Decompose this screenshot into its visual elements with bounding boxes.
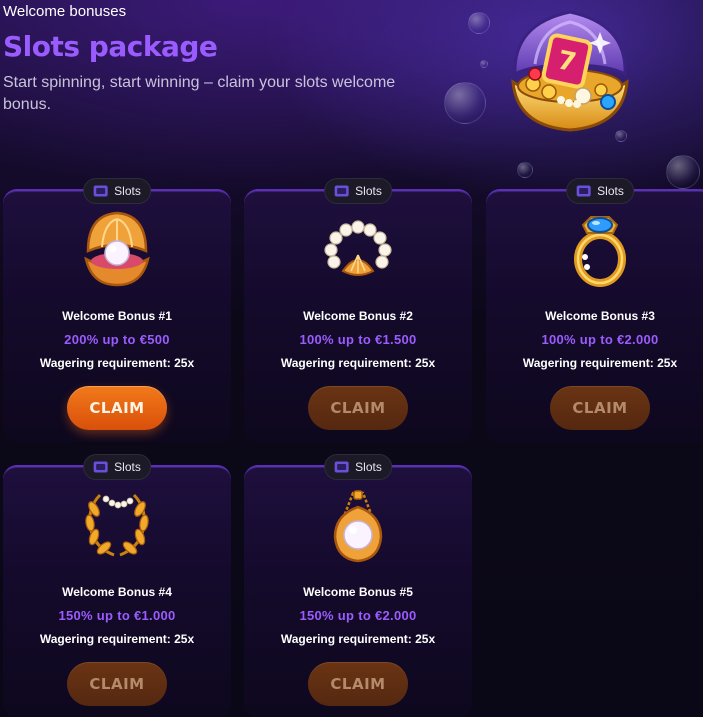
claim-button[interactable]: CLAIM xyxy=(550,386,650,430)
page-title: Slots package xyxy=(3,30,218,63)
sapphire-ring-icon xyxy=(574,216,626,287)
claim-button[interactable]: CLAIM xyxy=(308,662,408,706)
pearl-necklace-icon xyxy=(324,220,392,276)
bonus-name: Welcome Bonus #2 xyxy=(303,309,413,323)
wagering-requirement: Wagering requirement: 25x xyxy=(39,632,195,646)
slots-icon xyxy=(93,185,108,197)
bonus-name: Welcome Bonus #3 xyxy=(545,309,655,323)
slots-icon xyxy=(334,185,349,197)
wagering-requirement: Wagering requirement: 25x xyxy=(39,356,195,370)
page-header: Welcome bonuses Slots package Start spin… xyxy=(3,3,433,116)
bonus-card-4: Slots Welcome Bonus #4 150% up to €1.000… xyxy=(3,454,231,717)
bonus-name: Welcome Bonus #1 xyxy=(62,309,172,323)
bubble-decoration xyxy=(468,12,490,34)
bonus-name: Welcome Bonus #5 xyxy=(303,585,413,599)
slots-icon xyxy=(334,461,349,473)
bubble-decoration xyxy=(480,60,488,68)
bonus-card-1: Slots Welcome Bonus #1 200% up to €500 W… xyxy=(3,178,231,442)
wagering-requirement: Wagering requirement: 25x xyxy=(280,632,436,646)
category-tag-label: Slots xyxy=(355,460,382,474)
slots-icon xyxy=(93,461,108,473)
slots-icon xyxy=(576,185,591,197)
claim-button[interactable]: CLAIM xyxy=(67,386,167,430)
treasure-chest-icon: 7 xyxy=(511,10,629,132)
category-tag-label: Slots xyxy=(597,184,624,198)
laurel-wreath-icon xyxy=(85,493,149,557)
bonus-offer: 100% up to €1.500 xyxy=(299,332,417,347)
claim-button[interactable]: CLAIM xyxy=(308,386,408,430)
bonus-card-3: Slots Welcome Bonus #3 100% up to €2.000… xyxy=(486,178,703,442)
wagering-requirement: Wagering requirement: 25x xyxy=(280,356,436,370)
category-tag-label: Slots xyxy=(114,184,141,198)
bonus-card-5: Slots Welcome Bonus #5 150% up to €2.000… xyxy=(244,454,472,717)
category-tag: Slots xyxy=(83,454,151,480)
wagering-requirement: Wagering requirement: 25x xyxy=(522,356,678,370)
section-eyebrow: Welcome bonuses xyxy=(3,3,127,20)
category-tag: Slots xyxy=(324,454,392,480)
bubble-decoration xyxy=(666,155,700,189)
claim-button[interactable]: CLAIM xyxy=(67,662,167,706)
pearl-pendant-icon xyxy=(333,490,383,563)
bubble-decoration xyxy=(444,82,486,124)
category-tag: Slots xyxy=(83,178,151,204)
category-tag: Slots xyxy=(566,178,634,204)
bonus-offer: 100% up to €2.000 xyxy=(541,332,659,347)
category-tag-label: Slots xyxy=(355,184,382,198)
bonus-card-2: Slots Welcome Bonus #2 100% up to €1.500… xyxy=(244,178,472,442)
bonus-offer: 150% up to €2.000 xyxy=(299,608,417,623)
pearl-shell-icon xyxy=(84,211,150,287)
bonus-name: Welcome Bonus #4 xyxy=(62,585,172,599)
category-tag: Slots xyxy=(324,178,392,204)
category-tag-label: Slots xyxy=(114,460,141,474)
bonus-offer: 150% up to €1.000 xyxy=(58,608,176,623)
page-subtitle: Start spinning, start winning – claim yo… xyxy=(3,74,396,113)
bubble-decoration xyxy=(517,162,533,178)
bonus-offer: 200% up to €500 xyxy=(64,332,170,347)
